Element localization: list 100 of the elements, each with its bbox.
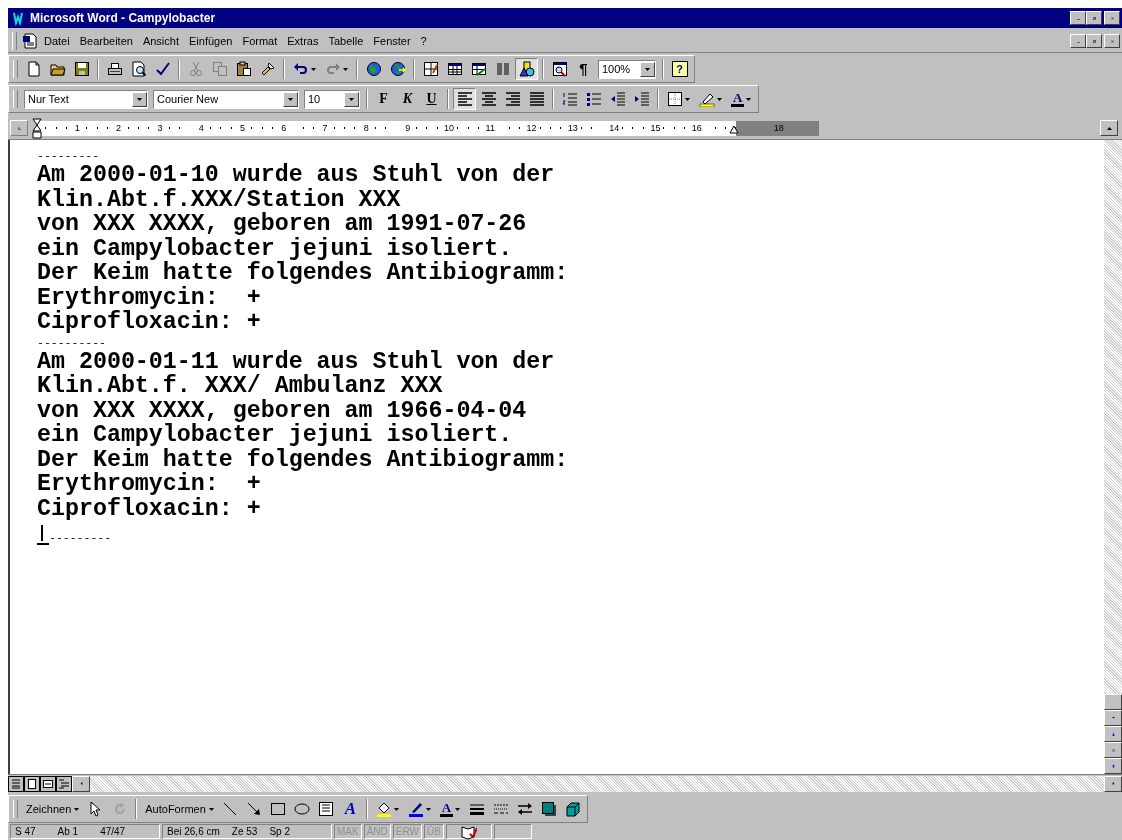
minimize-icon[interactable] — [1075, 16, 1081, 20]
spreadsheet-icon[interactable] — [470, 61, 487, 77]
font-size-field[interactable]: 10 — [304, 89, 360, 109]
dash-style-icon[interactable] — [492, 801, 509, 817]
undo-icon[interactable] — [293, 61, 309, 77]
menu-item[interactable]: Format — [238, 33, 282, 49]
menu-item[interactable]: Fenster — [369, 33, 415, 49]
line-icon[interactable] — [222, 801, 239, 817]
menu-item[interactable]: Ansicht — [138, 33, 183, 49]
scroll-thumb[interactable] — [1104, 694, 1122, 710]
justify-icon[interactable] — [528, 91, 545, 107]
draw-menu-button[interactable]: Zeichnen — [22, 798, 84, 820]
tab-stop-button[interactable] — [10, 120, 28, 136]
document-icon[interactable] — [22, 33, 38, 49]
scroll-up-button[interactable] — [1100, 120, 1118, 136]
paint-bucket-icon[interactable] — [375, 801, 392, 817]
minimize-icon[interactable] — [1075, 39, 1081, 43]
close-button[interactable] — [1104, 11, 1120, 25]
select-browse-object-button[interactable] — [1104, 742, 1122, 758]
dropdown-arrow-icon[interactable] — [349, 97, 354, 101]
margin-marker-icon[interactable] — [729, 124, 739, 134]
redo-caret-icon[interactable] — [343, 67, 348, 71]
folder-icon[interactable] — [49, 61, 66, 77]
menu-item[interactable]: Datei — [40, 33, 74, 49]
highlighter-icon[interactable] — [699, 91, 715, 107]
pen-caret-icon[interactable] — [425, 807, 431, 811]
horizontal-scrollbar[interactable] — [90, 775, 1104, 792]
page-icon[interactable] — [25, 61, 42, 77]
menu-item[interactable]: Extras — [283, 33, 323, 49]
caret-icon[interactable] — [74, 807, 80, 811]
magnifier-page-icon[interactable] — [130, 61, 147, 77]
table-pen-icon[interactable] — [422, 61, 439, 77]
text-box-icon[interactable] — [318, 801, 335, 817]
bullet-list-icon[interactable] — [585, 91, 602, 107]
minimize-button[interactable] — [1070, 34, 1086, 48]
restore-icon[interactable] — [1091, 39, 1097, 43]
document-map-icon[interactable] — [551, 61, 568, 77]
up-arrow-icon[interactable] — [1106, 126, 1112, 130]
font-field[interactable]: Courier New — [153, 89, 299, 109]
previous-page-icon[interactable] — [1110, 732, 1116, 736]
arrow-icon[interactable] — [246, 801, 263, 817]
close-icon[interactable] — [1109, 16, 1115, 20]
restore-button[interactable] — [1086, 11, 1102, 25]
autoshapes-menu-button[interactable]: AutoFormen — [141, 798, 218, 820]
outline-view-icon[interactable] — [56, 775, 72, 792]
globe-icon[interactable] — [365, 61, 382, 77]
restore-button[interactable] — [1086, 34, 1102, 48]
font-color-caret-icon[interactable] — [746, 97, 752, 101]
vertical-scrollbar[interactable] — [1104, 140, 1122, 774]
outdent-icon[interactable] — [609, 91, 626, 107]
align-center-icon[interactable] — [480, 91, 497, 107]
clipboard-icon[interactable] — [235, 61, 252, 77]
scroll-down-button[interactable] — [1104, 710, 1122, 726]
next-page-button[interactable] — [1104, 758, 1122, 774]
paint-bucket-caret-icon[interactable] — [393, 807, 399, 811]
zoom-field[interactable]: 100% — [598, 59, 656, 79]
ellipse-icon[interactable] — [294, 801, 311, 817]
next-page-icon[interactable] — [1110, 764, 1116, 768]
dropdown-arrow-icon[interactable] — [645, 67, 650, 71]
arrow-style-icon[interactable] — [516, 801, 533, 817]
style-field[interactable]: Nur Text — [24, 89, 148, 109]
numbered-list-icon[interactable] — [561, 91, 578, 107]
undo-caret-icon[interactable] — [311, 67, 316, 71]
border-caret-icon[interactable] — [685, 97, 690, 101]
shadow-icon[interactable] — [540, 801, 557, 817]
border-icon[interactable] — [667, 91, 683, 107]
dropdown-arrow-icon[interactable] — [288, 97, 293, 101]
wordart-icon[interactable]: A — [344, 799, 356, 819]
line-style-icon[interactable] — [468, 801, 485, 817]
columns-icon[interactable] — [494, 61, 511, 77]
previous-page-button[interactable] — [1104, 726, 1122, 742]
page-layout-icon[interactable] — [40, 775, 56, 792]
underline-button[interactable]: U — [426, 91, 437, 107]
brush-icon[interactable] — [259, 61, 276, 77]
printer-icon[interactable] — [106, 61, 123, 77]
menu-item[interactable]: Tabelle — [324, 33, 368, 49]
table-icon[interactable] — [446, 61, 463, 77]
italic-button[interactable]: K — [402, 91, 413, 107]
normal-view-icon[interactable] — [8, 775, 24, 792]
tab-stop-icon[interactable] — [16, 126, 22, 130]
scroll-left-button[interactable] — [72, 775, 90, 792]
bold-button[interactable]: F — [379, 91, 388, 107]
restore-icon[interactable] — [1091, 16, 1097, 20]
indent-marker-icon[interactable] — [32, 117, 42, 139]
dropdown-arrow-icon[interactable] — [137, 97, 142, 101]
menu-item[interactable]: Einfügen — [185, 33, 237, 49]
close-button[interactable] — [1104, 34, 1120, 48]
scroll-right-button[interactable] — [1104, 775, 1122, 792]
pen-icon[interactable] — [407, 801, 424, 817]
font-color-caret-icon[interactable] — [455, 807, 461, 811]
caret-icon[interactable] — [208, 807, 214, 811]
highlighter-caret-icon[interactable] — [717, 97, 722, 101]
close-icon[interactable] — [1109, 39, 1115, 43]
help-button[interactable]: ? — [671, 61, 688, 77]
menu-item[interactable]: ? — [416, 33, 431, 49]
indent-icon[interactable] — [633, 91, 650, 107]
checkmark-icon[interactable] — [154, 61, 171, 77]
cube-icon[interactable] — [564, 801, 581, 817]
align-right-icon[interactable] — [504, 91, 521, 107]
menu-item[interactable]: Bearbeiten — [75, 33, 137, 49]
